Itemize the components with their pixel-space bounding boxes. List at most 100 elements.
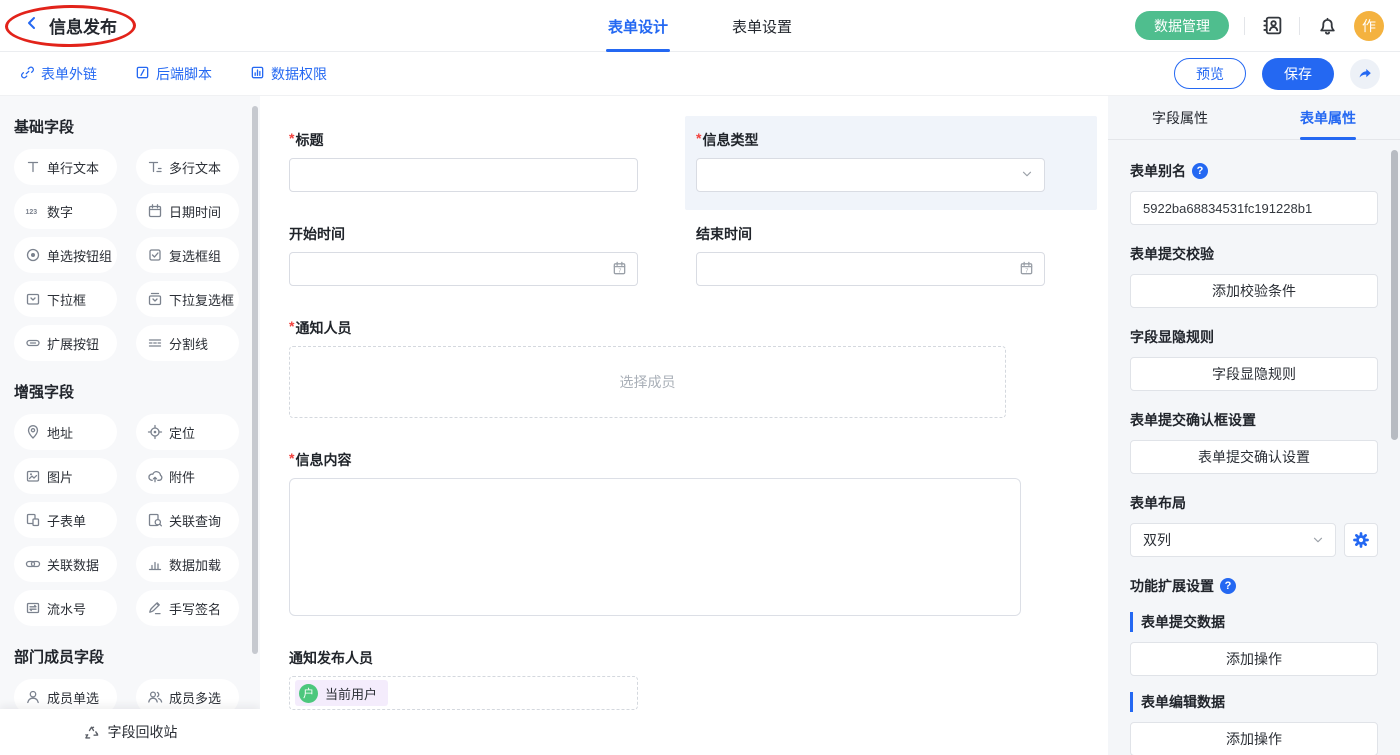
title-text-input[interactable]	[289, 158, 638, 192]
field-visibility-label: 字段显隐规则	[1130, 327, 1378, 347]
form-layout-select[interactable]: 双列	[1130, 523, 1336, 557]
svg-text:7: 7	[618, 268, 621, 274]
canvas-field-info-type[interactable]: * 信息类型	[685, 116, 1097, 210]
pill-serial-number[interactable]: 流水号	[14, 590, 117, 626]
submit-confirm-button[interactable]: 表单提交确认设置	[1130, 440, 1378, 474]
form-canvas: * 标题 * 信息类型	[260, 96, 1108, 755]
required-mark: *	[696, 130, 701, 146]
canvas-field-info-content[interactable]: * 信息内容	[278, 436, 1097, 634]
divider	[1299, 17, 1300, 35]
contacts-icon[interactable]	[1260, 14, 1284, 38]
recycle-bin-label: 字段回收站	[108, 722, 178, 742]
save-button[interactable]: 保存	[1262, 58, 1334, 90]
pill-dropdown[interactable]: 下拉框	[14, 281, 117, 317]
pill-address[interactable]: 地址	[14, 414, 117, 450]
field-library-sidebar: 基础字段 单行文本 多行文本 123 数字	[0, 96, 260, 755]
data-manage-button[interactable]: 数据管理	[1135, 11, 1229, 40]
start-time-date-input[interactable]: 7	[289, 252, 638, 286]
tab-form-design[interactable]: 表单设计	[608, 0, 668, 52]
submit-validation-label: 表单提交校验	[1130, 244, 1378, 264]
pill-linked-data[interactable]: 关联数据	[14, 546, 117, 582]
pill-linked-query[interactable]: 关联查询	[136, 502, 239, 538]
pill-signature[interactable]: 手写签名	[136, 590, 239, 626]
required-mark: *	[289, 318, 294, 334]
edit-data-add-action-button[interactable]: 添加操作	[1130, 722, 1378, 755]
pill-radio-group[interactable]: 单选按钮组	[14, 237, 117, 273]
info-type-select[interactable]	[696, 158, 1045, 192]
canvas-field-notify-publisher[interactable]: 通知发布人员 户 当前用户	[278, 634, 1097, 728]
field-label: 开始时间	[289, 224, 674, 244]
pill-multi-line-text[interactable]: 多行文本	[136, 149, 239, 185]
pill-image[interactable]: 图片	[14, 458, 117, 494]
page-title: 信息发布	[49, 13, 117, 38]
pill-single-line-text[interactable]: 单行文本	[14, 149, 117, 185]
panel-scrollbar[interactable]	[1391, 150, 1398, 440]
info-content-textarea[interactable]	[289, 478, 1021, 616]
data-permission-link[interactable]: 数据权限	[250, 64, 327, 84]
preview-button[interactable]: 预览	[1174, 58, 1246, 89]
pill-extend-button[interactable]: 扩展按钮	[14, 325, 117, 361]
serial-number-icon	[25, 600, 41, 616]
canvas-field-start-time[interactable]: 开始时间 7	[278, 210, 685, 304]
pill-subform[interactable]: 子表单	[14, 502, 117, 538]
tab-form-properties[interactable]: 表单属性	[1300, 96, 1356, 140]
svg-text:123: 123	[26, 209, 38, 216]
backend-script-icon	[135, 65, 150, 83]
data-load-icon	[147, 556, 163, 572]
backend-script-link[interactable]: 后端脚本	[135, 64, 212, 84]
help-icon[interactable]: ?	[1192, 163, 1208, 179]
user-avatar[interactable]: 作	[1354, 11, 1384, 41]
radio-group-icon	[25, 247, 41, 263]
pill-attachment[interactable]: 附件	[136, 458, 239, 494]
canvas-field-end-time[interactable]: 结束时间 7	[685, 210, 1097, 304]
submit-data-add-action-button[interactable]: 添加操作	[1130, 642, 1378, 676]
publisher-picker[interactable]: 户 当前用户	[289, 676, 638, 710]
field-visibility-button[interactable]: 字段显隐规则	[1130, 357, 1378, 391]
location-icon	[147, 424, 163, 440]
member-multi-icon	[147, 689, 163, 705]
layout-settings-button[interactable]	[1344, 523, 1378, 557]
pill-dropdown-multi[interactable]: 下拉复选框	[136, 281, 239, 317]
pill-location[interactable]: 定位	[136, 414, 239, 450]
pill-number[interactable]: 123 数字	[14, 193, 117, 229]
section-basic-fields: 基础字段 单行文本 多行文本 123 数字	[14, 116, 260, 361]
form-alias-input[interactable]: 5922ba68834531fc191228b1	[1130, 191, 1378, 225]
end-time-date-input[interactable]: 7	[696, 252, 1045, 286]
canvas-field-notify-members[interactable]: * 通知人员 选择成员	[278, 304, 1097, 436]
share-button[interactable]	[1350, 59, 1380, 89]
form-link-icon	[20, 65, 35, 83]
extend-button-icon	[25, 335, 41, 351]
sidebar-scrollbar[interactable]	[252, 106, 258, 654]
dropdown-icon	[25, 291, 41, 307]
single-line-text-icon	[25, 159, 41, 175]
panel-tabs: 字段属性 表单属性	[1108, 96, 1400, 140]
current-user-tag[interactable]: 户 当前用户	[295, 680, 388, 706]
tab-form-settings[interactable]: 表单设置	[732, 0, 792, 52]
form-layout-label: 表单布局	[1130, 493, 1378, 513]
field-recycle-bin[interactable]: 字段回收站	[0, 709, 260, 755]
field-label: * 信息类型	[696, 130, 1086, 150]
pill-datetime[interactable]: 日期时间	[136, 193, 239, 229]
recycle-icon	[83, 724, 100, 741]
back-button[interactable]: 信息发布	[16, 9, 125, 42]
notification-bell-icon[interactable]	[1315, 14, 1339, 38]
image-icon	[25, 468, 41, 484]
section-title: 部门成员字段	[14, 646, 260, 667]
backend-script-label: 后端脚本	[156, 64, 212, 84]
back-icon	[24, 15, 40, 36]
multi-line-text-icon	[147, 159, 163, 175]
tab-field-properties[interactable]: 字段属性	[1152, 96, 1208, 140]
pill-divider-line[interactable]: 分割线	[136, 325, 239, 361]
member-picker[interactable]: 选择成员	[289, 346, 1006, 418]
attachment-icon	[147, 468, 163, 484]
form-external-link[interactable]: 表单外链	[20, 64, 97, 84]
add-validation-button[interactable]: 添加校验条件	[1130, 274, 1378, 308]
form-alias-label: 表单别名 ?	[1130, 161, 1378, 181]
section-enhanced-fields: 增强字段 地址 定位 图片	[14, 381, 260, 626]
pill-data-load[interactable]: 数据加载	[136, 546, 239, 582]
canvas-field-title[interactable]: * 标题	[278, 116, 685, 210]
pill-checkbox-group[interactable]: 复选框组	[136, 237, 239, 273]
submit-data-group-label: 表单提交数据	[1130, 612, 1378, 632]
number-icon: 123	[25, 203, 41, 219]
help-icon[interactable]: ?	[1220, 578, 1236, 594]
